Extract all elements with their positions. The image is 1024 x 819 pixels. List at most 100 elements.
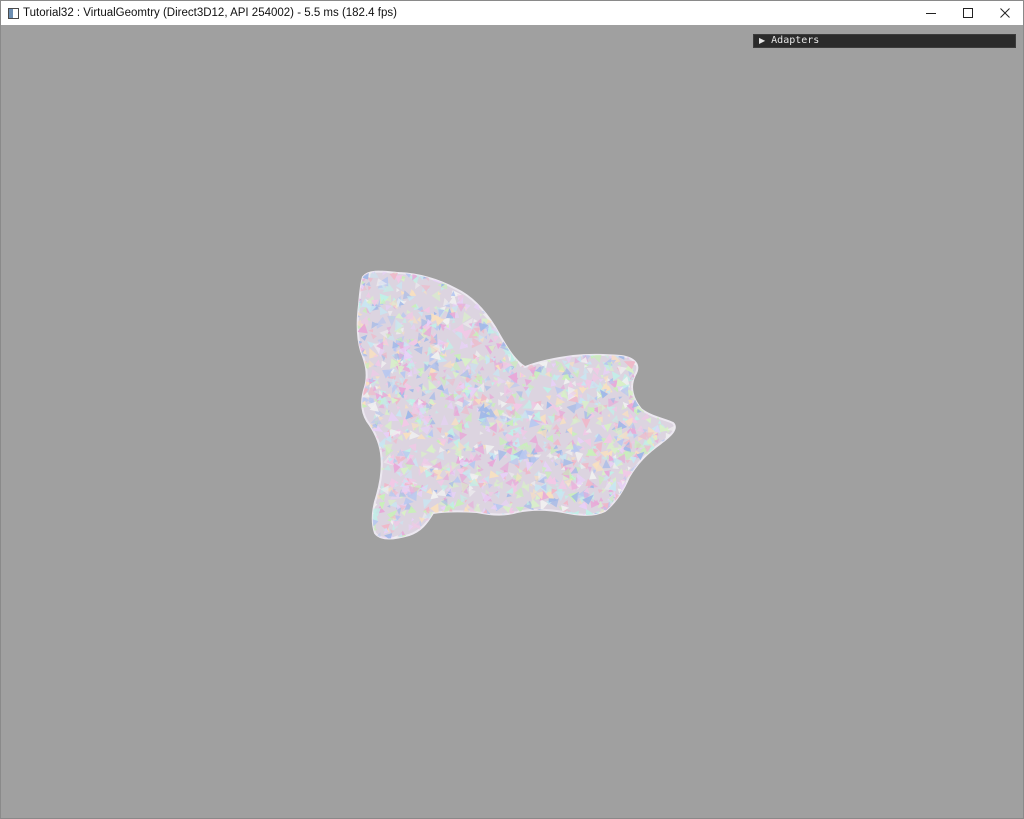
mesh-triangle xyxy=(618,274,629,281)
mesh-triangle xyxy=(556,522,565,534)
mesh-triangle xyxy=(658,527,666,535)
render-viewport[interactable]: ▶ Adapters xyxy=(1,25,1023,818)
mesh-triangle xyxy=(672,292,675,300)
mesh-triangle xyxy=(580,521,590,532)
mesh-triangle xyxy=(529,513,536,520)
mesh-triangle xyxy=(357,492,360,498)
mesh-triangle xyxy=(626,308,635,318)
mesh-triangle xyxy=(632,522,638,526)
mesh-triangle xyxy=(489,529,495,537)
mesh-triangle xyxy=(506,281,511,286)
mesh-triangle xyxy=(530,339,539,351)
mesh-triangle xyxy=(615,508,627,519)
mesh-triangle xyxy=(534,329,541,337)
mesh-triangle xyxy=(665,398,669,403)
mesh-triangle xyxy=(494,303,507,313)
mesh-triangle xyxy=(553,271,565,277)
mesh-triangle xyxy=(630,316,640,327)
mesh-triangle xyxy=(352,526,358,534)
mesh-triangle xyxy=(662,523,667,527)
mesh-triangle xyxy=(540,283,544,288)
mesh-triangle xyxy=(553,271,563,283)
mesh-triangle xyxy=(616,519,624,524)
mesh-triangle xyxy=(670,411,675,419)
mesh-triangle xyxy=(671,449,675,456)
mesh-triangle xyxy=(631,335,639,342)
app-window-icon[interactable] xyxy=(8,7,19,19)
mesh-triangle xyxy=(564,275,570,283)
mesh-triangle xyxy=(540,274,545,278)
mesh-triangle xyxy=(451,527,456,532)
mesh-triangle xyxy=(601,276,610,283)
mesh-triangle xyxy=(489,287,500,298)
mesh-triangle xyxy=(656,298,666,311)
mesh-triangle xyxy=(457,534,469,539)
mesh-triangle xyxy=(357,502,360,508)
mesh-triangle xyxy=(579,285,591,295)
mesh-triangle xyxy=(357,479,363,483)
mesh-triangle xyxy=(560,540,563,544)
mesh-triangle xyxy=(593,284,599,290)
mesh-triangle xyxy=(548,305,555,313)
mesh-triangle xyxy=(638,324,645,331)
mesh-triangle xyxy=(357,475,368,485)
mesh-triangle xyxy=(492,296,497,302)
mesh-triangle xyxy=(654,408,659,412)
mesh-triangle xyxy=(465,267,471,271)
mesh-triangle xyxy=(509,533,515,538)
mesh-triangle xyxy=(591,297,598,302)
title-bar[interactable]: Tutorial32 : VirtualGeomtry (Direct3D12,… xyxy=(1,1,1023,25)
mesh-triangle xyxy=(524,273,529,279)
close-button[interactable] xyxy=(986,1,1023,25)
mesh-triangle xyxy=(643,316,650,325)
mesh-triangle xyxy=(652,345,660,353)
mesh-triangle xyxy=(651,376,659,385)
mesh-triangle xyxy=(651,391,660,401)
mesh-triangle xyxy=(668,319,672,324)
mesh-triangle xyxy=(512,322,517,328)
mesh-triangle xyxy=(467,283,472,288)
mesh-triangle xyxy=(354,431,358,436)
mesh-triangle xyxy=(670,468,675,475)
mesh-triangle xyxy=(671,503,675,509)
mesh-triangle xyxy=(659,444,666,452)
mesh-triangle xyxy=(505,279,513,287)
mesh-triangle xyxy=(615,506,623,516)
mesh-triangle xyxy=(637,367,643,374)
mesh-triangle xyxy=(541,329,549,337)
mesh-triangle xyxy=(507,334,513,340)
mesh-triangle xyxy=(548,345,559,355)
mesh-triangle xyxy=(478,521,489,530)
mesh-triangle xyxy=(567,277,575,286)
mesh-triangle xyxy=(588,291,593,296)
mesh-triangle xyxy=(634,522,638,526)
adapters-collapsible-header[interactable]: ▶ Adapters xyxy=(753,34,1016,48)
mesh-triangle xyxy=(442,516,453,527)
mesh-triangle xyxy=(544,284,553,294)
mesh-triangle xyxy=(646,353,650,358)
mesh-triangle xyxy=(615,344,624,352)
mesh-triangle xyxy=(366,528,370,534)
mesh-triangle xyxy=(538,526,545,533)
mesh-triangle xyxy=(666,442,674,451)
mesh-triangle xyxy=(530,314,541,324)
mesh-triangle xyxy=(423,271,429,275)
mesh-triangle xyxy=(357,464,364,475)
mesh-triangle xyxy=(587,342,595,349)
mesh-triangle xyxy=(513,293,523,304)
maximize-button[interactable] xyxy=(949,1,986,25)
mesh-triangle xyxy=(367,499,372,505)
mesh-triangle xyxy=(553,328,559,334)
mesh-triangle xyxy=(644,516,655,523)
mesh-triangle xyxy=(523,340,533,351)
mesh-triangle xyxy=(644,458,651,466)
mesh-triangle xyxy=(357,453,369,463)
minimize-button[interactable] xyxy=(912,1,949,25)
mesh-triangle xyxy=(660,385,670,396)
mesh-triangle xyxy=(491,535,496,539)
mesh-triangle xyxy=(638,517,647,524)
mesh-triangle xyxy=(644,393,655,403)
mesh-triangle xyxy=(357,374,363,382)
mesh-triangle xyxy=(571,311,581,324)
mesh-triangle xyxy=(635,286,642,294)
